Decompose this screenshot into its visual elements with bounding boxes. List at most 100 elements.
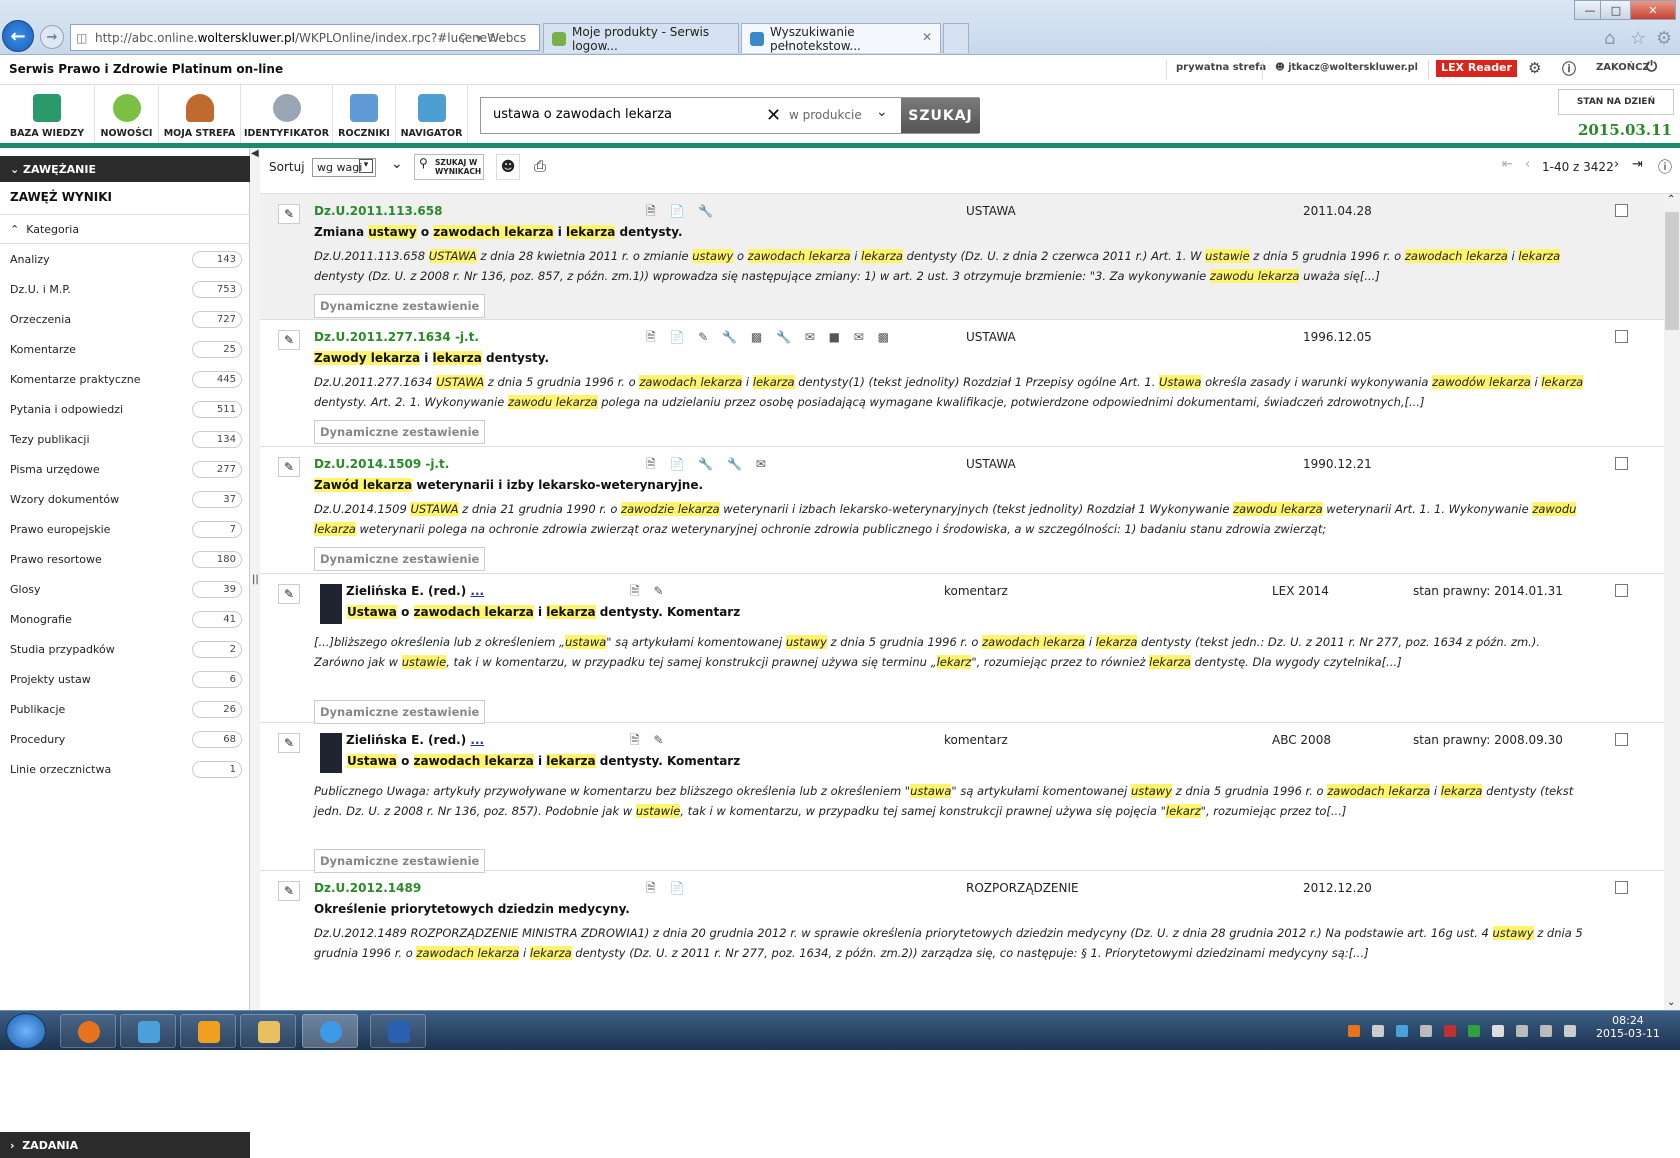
result-tool-icons[interactable]: 🗎 📄 ✎ 🔧 ▩ 🔧 ✉ ■ ✉ ▩	[646, 328, 894, 349]
nav-moja-strefa[interactable]: MOJA STREFA	[159, 85, 241, 143]
scrollbar-thumb[interactable]	[1665, 212, 1679, 330]
dropdown-icon[interactable]: ▾	[476, 31, 482, 45]
result-signature[interactable]: Dz.U.2011.113.658	[314, 204, 442, 218]
power-icon[interactable]: ⏻	[1646, 59, 1657, 75]
result-title[interactable]: Ustawa o zawodach lekarza i lekarza dent…	[347, 754, 740, 768]
tray-icon[interactable]	[1444, 1025, 1456, 1037]
explorer-taskbar-button[interactable]	[240, 1014, 296, 1048]
result-item[interactable]: ✎ Zielińska E. (red.) ... 🗎 ✎ komentarz ABC …	[260, 723, 1664, 873]
private-zone-link[interactable]: prywatna strefa	[1176, 62, 1266, 73]
category-item[interactable]: Orzeczenia 727	[0, 304, 250, 334]
pin-icon[interactable]: ✎	[278, 584, 300, 604]
pin-icon[interactable]: ✎	[278, 204, 300, 224]
back-button[interactable]: ←	[2, 20, 34, 52]
zadania-header[interactable]: › ZADANIA	[0, 1132, 250, 1158]
sort-select[interactable]: wg wagi ▾	[312, 158, 376, 177]
category-item[interactable]: Pisma urzędowe 277	[0, 454, 250, 484]
tray-icon[interactable]	[1348, 1025, 1360, 1037]
clock[interactable]: 08:24 2015-03-11	[1596, 1014, 1660, 1040]
category-item[interactable]: Monografie 41	[0, 604, 250, 634]
nav-nowosci[interactable]: NOWOŚCI	[95, 85, 159, 143]
nav-roczniki[interactable]: ROCZNIKI	[333, 85, 396, 143]
drag-handle-icon[interactable]: ||	[252, 574, 259, 585]
logout-link[interactable]: ZAKOŃCZ	[1596, 62, 1650, 73]
home-icon[interactable]: ⌂	[1604, 28, 1615, 49]
search-input[interactable]	[493, 107, 733, 122]
refresh-icon[interactable]: ↻	[489, 31, 499, 45]
result-signature[interactable]: Dz.U.2011.277.1634 -j.t.	[314, 330, 479, 344]
close-tab-icon[interactable]: ✕	[922, 30, 932, 44]
tab-moje-produkty[interactable]: Moje produkty - Serwis logow...	[543, 23, 739, 53]
next-page-icon[interactable]: ›	[1614, 157, 1619, 172]
start-button[interactable]	[6, 1013, 46, 1049]
outlook-taskbar-button[interactable]	[180, 1014, 236, 1048]
nav-baza-wiedzy[interactable]: BAZA WIEDZY	[0, 85, 95, 143]
result-item[interactable]: ✎ Dz.U.2012.1489 🗎 📄 ROZPORZĄDZENIE 2012.12.…	[260, 871, 1664, 1010]
result-tool-icons[interactable]: 🗎 📄	[646, 879, 689, 900]
category-item[interactable]: Studia przypadków 2	[0, 634, 250, 664]
result-item[interactable]: ✎ Zielińska E. (red.) ... 🗎 ✎ komentarz LEX …	[260, 574, 1664, 724]
tray-icon[interactable]	[1468, 1025, 1480, 1037]
lex-reader-button[interactable]: LEX Reader	[1436, 60, 1517, 77]
category-item[interactable]: Komentarze 25	[0, 334, 250, 364]
new-tab-button[interactable]	[943, 23, 969, 53]
category-item[interactable]: Linie orzecznictwa 1	[0, 754, 250, 784]
more-link[interactable]: ...	[470, 584, 484, 598]
search-in-results-button[interactable]: ⚲ SZUKAJ W WYNIKACH	[414, 154, 484, 180]
flag-icon[interactable]	[1540, 1025, 1552, 1037]
help-icon[interactable]: ⓘ	[1562, 59, 1576, 79]
zawezanie-header[interactable]: ⌄ ZAWĘŻANIE	[0, 156, 250, 182]
maximize-button[interactable]: □	[1600, 0, 1632, 20]
category-item[interactable]: Glosy 39	[0, 574, 250, 604]
pin-icon[interactable]: ✎	[278, 733, 300, 753]
settings-gear-icon[interactable]: ⚙	[1656, 28, 1672, 49]
select-checkbox[interactable]	[1615, 733, 1628, 746]
scroll-down-icon[interactable]: ⌄	[1667, 997, 1675, 1008]
prev-page-icon[interactable]: ‹	[1525, 157, 1530, 172]
ie-taskbar-button[interactable]	[302, 1014, 358, 1048]
user-account-link[interactable]: ☻ jtkacz@wolterskluwer.pl	[1275, 62, 1418, 73]
network-icon[interactable]	[1516, 1025, 1528, 1037]
dynamic-summary-button[interactable]: Dynamiczne zestawienie	[314, 849, 486, 873]
result-signature[interactable]: Dz.U.2012.1489	[314, 881, 421, 895]
sidebar-splitter[interactable]: ◀ ||	[250, 148, 260, 1010]
tab-wyszukiwanie[interactable]: Wyszukiwanie pełnotekstow... ✕	[741, 23, 941, 53]
first-page-icon[interactable]: ⇤	[1502, 157, 1513, 172]
result-title[interactable]: Określenie priorytetowych dziedzin medyc…	[314, 902, 630, 916]
category-item[interactable]: Prawo resortowe 180	[0, 544, 250, 574]
result-title[interactable]: Zawód lekarza weterynarii i izby lekarsk…	[314, 478, 703, 492]
tray-icon[interactable]	[1372, 1025, 1384, 1037]
pin-icon[interactable]: ✎	[278, 330, 300, 350]
category-item[interactable]: Pytania i odpowiedzi 511	[0, 394, 250, 424]
search-icon[interactable]: ⚲	[459, 31, 468, 45]
category-item[interactable]: Tezy publikacji 134	[0, 424, 250, 454]
firefox-taskbar-button[interactable]	[60, 1014, 116, 1048]
nav-navigator[interactable]: NAVIGATOR	[396, 85, 468, 143]
chevron-down-icon[interactable]: ⌄	[876, 104, 888, 120]
app-taskbar-button[interactable]	[120, 1014, 176, 1048]
nav-identyfikator[interactable]: IDENTYFIKATOR	[241, 85, 333, 143]
tray-icon[interactable]	[1396, 1025, 1408, 1037]
category-item[interactable]: Wzory dokumentów 37	[0, 484, 250, 514]
pin-icon[interactable]: ✎	[278, 457, 300, 477]
stan-na-dzien-button[interactable]: STAN NA DZIEŃ	[1558, 89, 1674, 115]
category-item[interactable]: Procedury 68	[0, 724, 250, 754]
select-checkbox[interactable]	[1615, 204, 1628, 217]
chevron-down-icon[interactable]: ⌄	[391, 156, 403, 172]
result-tool-icons[interactable]: 🗎 📄 🔧 🔧 ✉	[646, 455, 771, 476]
category-item[interactable]: Analizy 143	[0, 244, 250, 274]
select-checkbox[interactable]	[1615, 330, 1628, 343]
result-author[interactable]: Zielińska E. (red.) ...	[346, 733, 484, 747]
result-title[interactable]: Zmiana ustawy o zawodach lekarza i lekar…	[314, 225, 683, 239]
select-checkbox[interactable]	[1615, 881, 1628, 894]
clear-search-icon[interactable]: ✕	[766, 105, 781, 126]
select-checkbox[interactable]	[1615, 457, 1628, 470]
result-tool-icons[interactable]: 🗎 ✎	[630, 582, 669, 603]
result-tool-icons[interactable]: 🗎 ✎	[630, 731, 669, 752]
pin-icon[interactable]: ✎	[278, 881, 300, 901]
more-link[interactable]: ...	[470, 733, 484, 747]
favorites-star-icon[interactable]: ☆	[1630, 28, 1646, 49]
category-item[interactable]: Prawo europejskie 7	[0, 514, 250, 544]
category-item[interactable]: Dz.U. i M.P. 753	[0, 274, 250, 304]
category-item[interactable]: Komentarze praktyczne 445	[0, 364, 250, 394]
